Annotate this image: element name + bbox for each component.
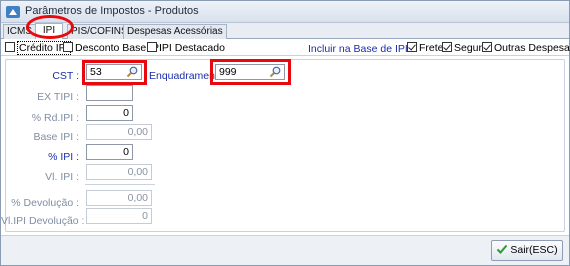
tab-strip: ICMS IPI PIS/COFINS Despesas Acessórias <box>1 23 569 39</box>
cst-label: CST : <box>52 70 79 82</box>
sair-label: Sair(ESC) <box>510 244 558 256</box>
credito-ipi-box <box>5 42 15 52</box>
frete-checkbox[interactable]: Frete <box>407 42 444 54</box>
frete-check-icon <box>407 42 417 52</box>
vl-ipi-devolucao-value: 0 <box>142 210 148 222</box>
incluir-base-ipi-label: Incluir na Base de IPI : <box>308 43 414 55</box>
highlight-enquadramento <box>210 59 291 85</box>
vl-ipi-value: 0,00 <box>127 166 148 178</box>
perc-ipi-value: 0 <box>123 146 129 158</box>
tab-pis-cofins-label: PIS/COFINS <box>71 26 128 37</box>
seguro-checkbox[interactable]: Seguro <box>442 42 488 54</box>
base-ipi-value: 0,00 <box>127 126 148 138</box>
options-row: Crédito IPI Desconto Base IPI IPI Destac… <box>1 40 570 56</box>
enquadramento-label: Enquadramento <box>149 70 224 82</box>
footer-bar: Sair(ESC) <box>1 235 569 265</box>
tab-despesas-acessorias-label: Despesas Acessórias <box>127 26 223 37</box>
base-ipi-input: 0,00 <box>86 124 152 140</box>
outras-despesas-checkbox[interactable]: Outras Despesas <box>482 42 570 54</box>
tab-despesas-acessorias[interactable]: Despesas Acessórias <box>123 24 227 39</box>
highlight-cst <box>82 60 147 85</box>
separator <box>85 184 155 185</box>
outras-despesas-check-icon <box>482 42 492 52</box>
sair-button[interactable]: Sair(ESC) <box>491 240 563 261</box>
base-ipi-label: Base IPI : <box>33 131 79 143</box>
outras-despesas-label: Outras Despesas <box>494 42 570 54</box>
frete-label: Frete <box>419 42 444 54</box>
vl-ipi-devolucao-label: Vl.IPI Devolução : <box>1 215 85 227</box>
perc-rd-ipi-input[interactable]: 0 <box>86 105 133 121</box>
perc-ipi-label: % IPI : <box>48 151 79 163</box>
ex-tipi-input[interactable] <box>86 85 133 101</box>
perc-rd-ipi-value: 0 <box>123 107 129 119</box>
desconto-base-ipi-box <box>63 42 73 52</box>
perc-devolucao-label: % Devolução : <box>11 197 79 209</box>
highlight-ipi-tab <box>26 15 74 39</box>
ipi-destacado-box <box>147 42 157 52</box>
perc-devolucao-input: 0,00 <box>86 190 152 206</box>
vl-ipi-devolucao-input: 0 <box>86 208 152 224</box>
perc-devolucao-value: 0,00 <box>127 192 148 204</box>
seguro-check-icon <box>442 42 452 52</box>
app-icon <box>6 6 20 18</box>
title-bar: Parâmetros de Impostos - Produtos <box>1 1 569 23</box>
vl-ipi-input: 0,00 <box>86 164 152 180</box>
vl-ipi-label: Vl. IPI : <box>45 171 79 183</box>
perc-ipi-input[interactable]: 0 <box>86 144 133 160</box>
ex-tipi-label: EX TIPI : <box>37 91 79 103</box>
credito-ipi-checkbox[interactable]: Crédito IPI <box>5 41 71 55</box>
check-icon <box>497 244 508 254</box>
ipi-destacado-checkbox[interactable]: IPI Destacado <box>147 42 225 54</box>
perc-rd-ipi-label: % Rd.IPI : <box>31 112 79 124</box>
parametros-impostos-window: Parâmetros de Impostos - Produtos ICMS I… <box>0 0 570 266</box>
tab-pis-cofins[interactable]: PIS/COFINS <box>67 24 132 39</box>
ipi-destacado-label: IPI Destacado <box>159 42 225 54</box>
